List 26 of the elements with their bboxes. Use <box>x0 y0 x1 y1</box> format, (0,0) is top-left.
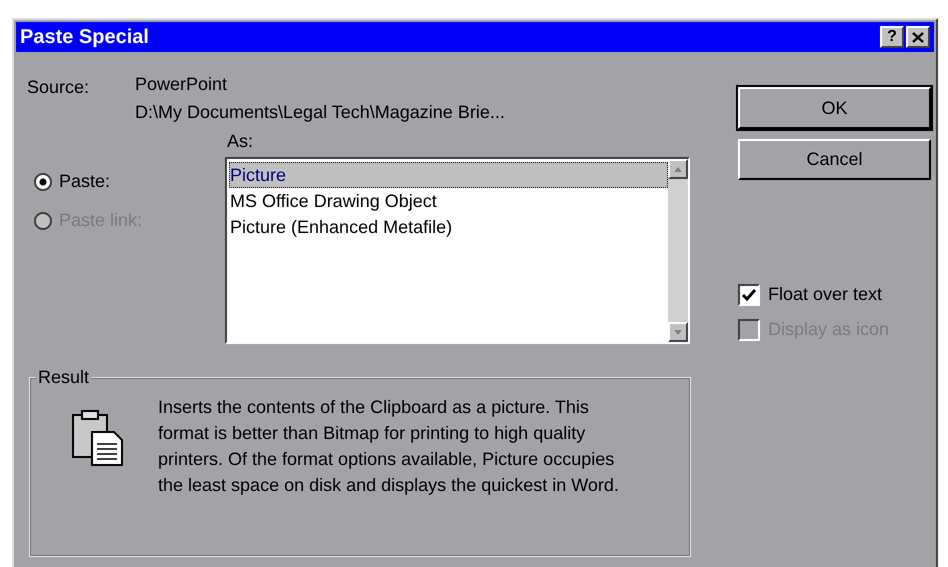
as-label: As: <box>227 130 254 153</box>
close-icon <box>912 32 924 42</box>
result-description: Inserts the contents of the Clipboard as a picture. This format is better than Bitmap for printing to high quality printers. Of the format options available, Picture occupies the least space on disk and displays the quickest in Word. <box>158 396 620 497</box>
check-icon <box>742 288 756 300</box>
up-arrow-icon <box>674 166 682 172</box>
dialog-button[interactable]: Cancel <box>738 139 931 180</box>
scroll-down-button[interactable] <box>668 322 688 342</box>
window-title: Paste Special <box>20 25 150 50</box>
list-item[interactable]: MS Office Drawing Object <box>229 188 668 214</box>
checkbox[interactable] <box>738 284 760 306</box>
close-button[interactable] <box>906 26 930 48</box>
radio-label: Paste: <box>59 170 110 193</box>
source-app: PowerPoint <box>135 73 228 96</box>
dialog-button[interactable]: OK <box>738 87 931 129</box>
radio-button[interactable] <box>33 172 53 192</box>
format-list[interactable]: Picture MS Office Drawing Object Picture (Enhanced Metafile) <box>225 157 690 344</box>
list-item[interactable]: Picture (Enhanced Metafile) <box>229 214 668 240</box>
source-label: Source: <box>27 76 90 99</box>
source-path: D:\My Documents\Legal Tech\Magazine Brie... <box>135 101 505 124</box>
scrollbar[interactable] <box>668 159 688 342</box>
scroll-up-button[interactable] <box>668 159 688 179</box>
checkbox-label: Float over text <box>768 283 882 306</box>
help-button[interactable]: ? <box>880 26 904 48</box>
down-arrow-icon <box>674 330 682 334</box>
list-item[interactable]: Picture <box>229 162 668 188</box>
clipboard-icon <box>70 410 126 467</box>
